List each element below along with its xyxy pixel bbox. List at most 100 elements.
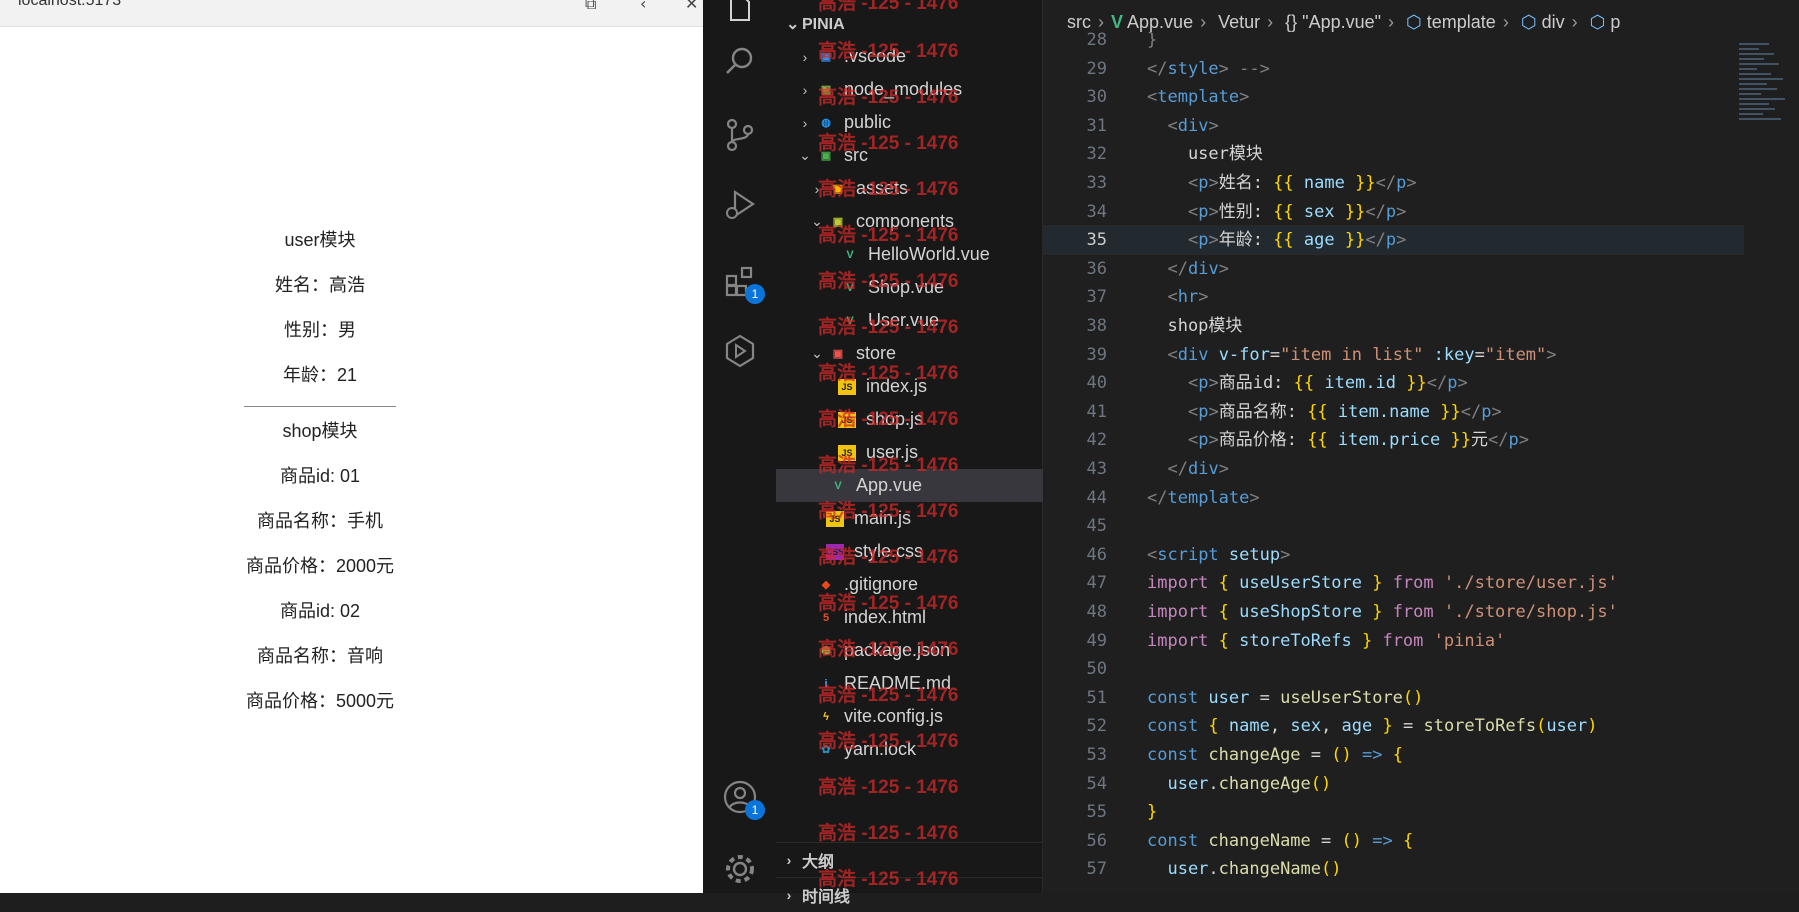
vite-file-icon: ϟ: [823, 710, 829, 723]
tree-item[interactable]: ⌄ ▣ src: [776, 139, 1062, 172]
code-line[interactable]: 55}: [1043, 798, 1743, 826]
tree-item[interactable]: ⬢ package.json: [776, 634, 1062, 667]
code-token: changeAge: [1198, 745, 1301, 765]
code-line[interactable]: 43 </div>: [1043, 455, 1743, 483]
code-token: from: [1382, 573, 1434, 594]
remote-explorer-icon[interactable]: [721, 332, 759, 370]
code-token: hr: [1177, 287, 1199, 308]
code-line[interactable]: 35 <p>年龄: {{ age }}</p>: [1042, 225, 1744, 256]
code-editor[interactable]: src › V App.vue › Vetur › {} "App.vue" › ⬡ te…: [1042, 0, 1799, 893]
tree-item[interactable]: V Shop.vue: [776, 271, 1086, 304]
code-line[interactable]: 46 <script setup>: [1043, 541, 1743, 569]
code-line[interactable]: 48 import { useShopStore } from './store/…: [1043, 598, 1743, 626]
tree-item[interactable]: V User.vue: [776, 304, 1086, 337]
code-token: useUserStore: [1280, 687, 1403, 708]
code-line[interactable]: 36 </div>: [1043, 255, 1743, 283]
line-number: 32: [1086, 144, 1107, 165]
code-line[interactable]: 57 user.changeName(): [1043, 855, 1743, 883]
code-line[interactable]: 47 import { useUserStore } from './store/…: [1043, 569, 1743, 597]
tree-item[interactable]: 5 index.html: [776, 601, 1062, 634]
extensions-icon[interactable]: 1: [721, 262, 765, 304]
yarn-file-icon: ✿: [821, 744, 831, 756]
settings-gear-icon[interactable]: [721, 850, 759, 888]
code-token: {: [1382, 745, 1403, 765]
tree-item-label: .gitignore: [844, 574, 919, 594]
code-line[interactable]: 39 <div v-for="item in list" :key="item"…: [1043, 341, 1743, 369]
code-line[interactable]: 28}: [1043, 26, 1743, 54]
code-token: =: [1392, 716, 1424, 737]
code-line[interactable]: 34 <p>性别: {{ sex }}</p>: [1043, 198, 1743, 226]
code-line[interactable]: 31 <div>: [1043, 112, 1743, 140]
code-line[interactable]: 49 import { storeToRefs } from 'pinia': [1043, 627, 1743, 655]
back-arrow-icon[interactable]: ‹: [640, 0, 646, 13]
tree-item[interactable]: ⌄ ▣ components: [776, 205, 1074, 238]
tree-item[interactable]: JS shop.js: [776, 403, 1086, 436]
code-token: const: [1147, 830, 1199, 851]
code-line[interactable]: 33 <p>姓名: {{ name }}</p>: [1043, 169, 1743, 197]
code-token: 商品名称:: [1218, 401, 1308, 422]
code-text: </template>: [1147, 484, 1260, 512]
tree-item[interactable]: ϟ vite.config.js: [776, 700, 1062, 733]
tree-item[interactable]: ✿ yarn.lock: [776, 733, 1062, 766]
browser-toolbar: localhost:5173 ⧉ ‹ ✕: [0, 0, 703, 27]
tree-item[interactable]: › ▣ assets: [776, 172, 1074, 205]
code-line[interactable]: 53 const changeAge = () => {: [1043, 741, 1743, 769]
code-token: {{: [1273, 201, 1294, 222]
code-line[interactable]: 51 const user = useUserStore(): [1043, 684, 1743, 712]
tree-item[interactable]: i README.md: [776, 667, 1062, 700]
minimap[interactable]: [1739, 40, 1789, 240]
js-file-icon: JS: [838, 378, 856, 395]
tree-item[interactable]: V HelloWorld.vue: [776, 238, 1086, 271]
explorer-root-title[interactable]: ⌄ PINIA: [786, 14, 845, 34]
tree-item[interactable]: JS user.js: [776, 436, 1086, 469]
tree-item[interactable]: V App.vue: [776, 469, 1074, 502]
code-line[interactable]: 40 <p>商品id: {{ item.id }}</p>: [1043, 369, 1743, 397]
tree-item[interactable]: JS main.js: [776, 502, 1074, 535]
code-token: useShopStore: [1228, 602, 1373, 622]
code-line[interactable]: 54 user.changeAge(): [1043, 770, 1743, 798]
code-line[interactable]: 52 const { name, sex, age } = storeToRefs…: [1043, 712, 1743, 740]
address-bar[interactable]: localhost:5173: [18, 0, 121, 10]
tree-item[interactable]: JS index.js: [776, 370, 1086, 403]
tree-item-label: user.js: [866, 442, 919, 462]
code-line[interactable]: 37 <hr>: [1043, 283, 1743, 311]
code-token: sex: [1293, 201, 1345, 222]
tree-item[interactable]: ⌄ ▣ store: [776, 337, 1074, 370]
chevron-down-icon: ⌄: [786, 16, 800, 33]
code-line[interactable]: 44 </template>: [1043, 484, 1743, 512]
code-line[interactable]: 29 </style> -->: [1043, 55, 1743, 83]
tree-item[interactable]: › ▣ node_modules: [776, 73, 1062, 106]
vue-file-icon: V: [846, 248, 854, 261]
code-line[interactable]: 38 shop模块: [1043, 312, 1743, 340]
code-line[interactable]: 30 <template>: [1043, 83, 1743, 111]
code-line[interactable]: 32 user模块: [1043, 140, 1743, 168]
tree-item-label: HelloWorld.vue: [868, 244, 990, 264]
code-text: <p>性别: {{ sex }}</p>: [1147, 198, 1406, 226]
outline-section[interactable]: › 大纲: [776, 842, 1042, 877]
split-screen-icon[interactable]: ⧉: [585, 0, 596, 14]
run-debug-icon[interactable]: [721, 186, 759, 224]
assets-folder-icon: ▣: [832, 183, 844, 195]
code-line[interactable]: 50: [1043, 655, 1743, 683]
tree-item[interactable]: ◆ .gitignore: [776, 568, 1062, 601]
code-line[interactable]: 56 const changeName = () => {: [1043, 827, 1743, 855]
explorer-icon[interactable]: [721, 0, 759, 26]
code-line[interactable]: 41 <p>商品名称: {{ item.name }}</p>: [1043, 398, 1743, 426]
tree-item[interactable]: › ◍ public: [776, 106, 1062, 139]
code-line[interactable]: 42 <p>商品价格: {{ item.price }}元</p>: [1043, 426, 1743, 454]
source-control-icon[interactable]: [721, 116, 759, 154]
code-token: v-for: [1208, 344, 1270, 365]
account-icon[interactable]: 1: [721, 778, 765, 820]
timeline-section[interactable]: › 时间线: [776, 877, 1042, 912]
code-line[interactable]: 45: [1043, 512, 1743, 540]
close-icon[interactable]: ✕: [685, 0, 698, 13]
search-icon[interactable]: [721, 42, 759, 80]
code-token: }}: [1406, 373, 1427, 394]
tree-item[interactable]: › ▣ .vscode: [776, 40, 1062, 73]
code-token: user: [1147, 773, 1209, 794]
tree-item[interactable]: CSS style.css: [776, 535, 1074, 568]
code-token: 性别:: [1218, 201, 1274, 222]
code-token: .: [1208, 859, 1219, 880]
line-number: 54: [1086, 773, 1107, 794]
